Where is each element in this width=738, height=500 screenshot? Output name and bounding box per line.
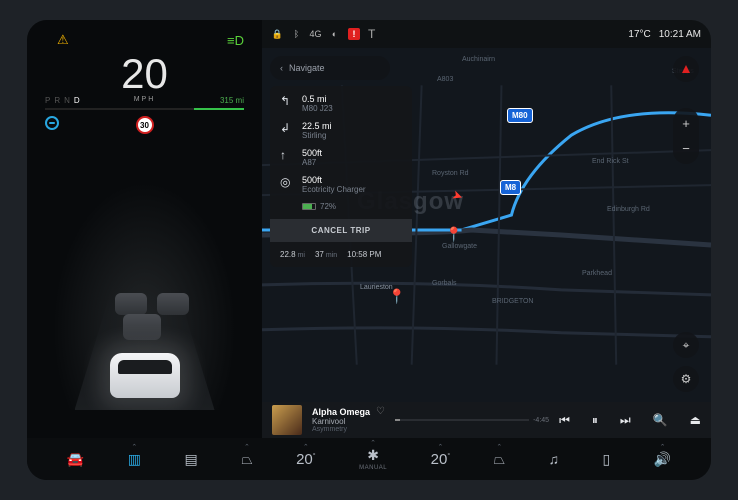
front-defrost-button[interactable]: ⌃▥ <box>128 451 141 468</box>
car-icon: 🚘 <box>67 451 84 468</box>
navigate-search[interactable]: ‹ Navigate <box>270 56 390 80</box>
track-album: Asymmetry <box>312 426 370 433</box>
zoom-out-button[interactable]: − <box>682 141 690 156</box>
zoom-in-button[interactable]: + <box>682 116 690 131</box>
prev-track-button[interactable]: ⏮ <box>559 413 570 428</box>
track-artist: Karnivool <box>312 417 370 426</box>
volume-icon: 🔊 <box>654 451 671 468</box>
map-pin-icon[interactable]: 📍 <box>388 288 405 305</box>
nav-step[interactable]: ◎ 500ftEcotricity Charger <box>280 175 402 194</box>
battery-bar <box>45 108 244 110</box>
map-pin-icon[interactable]: 📍 <box>445 226 462 243</box>
alert-icon[interactable]: ! <box>348 28 360 40</box>
autopilot-icon <box>45 116 59 130</box>
nav-step[interactable]: ↑ 500ftA87 <box>280 148 402 167</box>
road-visualization <box>27 140 262 410</box>
straight-icon: ↑ <box>280 148 294 162</box>
seat-heat-left-button[interactable]: ⌃⏢ <box>241 451 252 468</box>
bluetooth-icon[interactable]: ᛒ <box>291 29 302 40</box>
map-settings-button[interactable]: ⚙ <box>673 366 699 392</box>
track-metadata[interactable]: Alpha Omega Karnivool Asymmetry <box>312 407 370 433</box>
range-remaining: 315 mi <box>220 96 244 105</box>
chevron-left-icon: ‹ <box>280 63 283 73</box>
headlight-icon: ≡D <box>227 33 244 48</box>
eject-button[interactable]: ⏏ <box>690 413 701 427</box>
music-app-button[interactable]: ♫ <box>548 451 559 467</box>
trip-summary: 22.8mi 37min 10:58 PM <box>280 250 402 259</box>
nav-step[interactable]: ↲ 22.5 miStirling <box>280 121 402 140</box>
road-shield-m80: M80 <box>507 108 533 123</box>
progress-bar[interactable]: -4:45 <box>395 417 549 424</box>
temp-right[interactable]: ⌃20° <box>431 451 451 468</box>
fan-button[interactable]: ⌃✱MANUAL <box>359 447 387 471</box>
seat-left-icon: ⏢ <box>241 451 252 468</box>
defrost-rear-icon: ▤ <box>185 451 198 468</box>
volume-button[interactable]: ⌃🔊 <box>654 451 671 468</box>
battery-icon <box>302 203 316 210</box>
arrival-battery: 72% <box>302 202 402 211</box>
phone-icon: ▯ <box>603 451 611 468</box>
road-shield-m8: M8 <box>500 180 521 195</box>
driving-panel: ⚠ ≡D 20 PRND MPH 315 mi 30 ● ◡ 🎤 <box>27 20 262 480</box>
next-track-button[interactable]: ⏭ <box>620 413 631 428</box>
car-app-button[interactable]: 🚘 <box>67 451 84 468</box>
turn-left-icon: ↲ <box>280 121 294 135</box>
merge-icon: ↰ <box>280 94 294 108</box>
album-art[interactable] <box>272 405 302 435</box>
favorite-button[interactable]: ♡ <box>376 406 385 417</box>
zoom-control: + − <box>673 108 699 164</box>
cancel-trip-button[interactable]: CANCEL TRIP <box>270 219 412 242</box>
bottom-dock: 🚘 ⌃▥ ▤ ⌃⏢ ⌃20° ⌃✱MANUAL ⌃20° ⌃⏢ ♫ ▯ ⌃🔊 <box>27 438 711 480</box>
ego-vehicle-icon <box>110 353 180 398</box>
track-title: Alpha Omega <box>312 407 370 417</box>
nav-step[interactable]: ↰ 0.5 miM80 J23 <box>280 94 402 113</box>
status-bar: 🔒 ᛒ 4G ◐ ! T 17°C 10:21 AM <box>262 20 711 48</box>
rear-defrost-button[interactable]: ▤ <box>185 451 198 468</box>
directions-panel: ↰ 0.5 miM80 J23 ↲ 22.5 miStirling ↑ 500f… <box>270 86 412 267</box>
speed-limit-sign: 30 <box>136 116 154 134</box>
recenter-button[interactable]: ⌖ <box>673 332 699 358</box>
play-pause-button[interactable]: ⏸ <box>592 413 598 428</box>
destination-icon: ◎ <box>280 175 294 189</box>
search-button[interactable]: 🔍 <box>653 413 668 427</box>
phone-app-button[interactable]: ▯ <box>603 451 611 468</box>
time-remaining: -4:45 <box>533 417 549 424</box>
airbag-icon: ◐ <box>329 29 340 40</box>
outside-temp: 17°C <box>628 29 650 40</box>
seat-heat-right-button[interactable]: ⌃⏢ <box>494 451 505 468</box>
cell-signal-icon: 4G <box>310 29 321 40</box>
seat-right-icon: ⏢ <box>494 451 505 468</box>
tpms-warning-icon: ⚠ <box>57 32 69 48</box>
tesla-logo-icon[interactable]: T <box>368 27 375 41</box>
clock: 10:21 AM <box>659 29 701 40</box>
media-bar: Alpha Omega Karnivool Asymmetry ♡ -4:45 … <box>262 402 711 438</box>
temp-left[interactable]: ⌃20° <box>296 451 316 468</box>
lock-icon[interactable]: 🔒 <box>272 29 283 40</box>
map-view[interactable]: Glasgow M80 M8 Auchinairn A803 Stepps Ro… <box>262 48 711 402</box>
defrost-front-icon: ▥ <box>128 451 141 468</box>
speed-value: 20 <box>27 50 262 98</box>
fan-icon: ✱ <box>367 447 379 464</box>
music-icon: ♫ <box>548 451 559 467</box>
compass-button[interactable] <box>673 56 699 82</box>
